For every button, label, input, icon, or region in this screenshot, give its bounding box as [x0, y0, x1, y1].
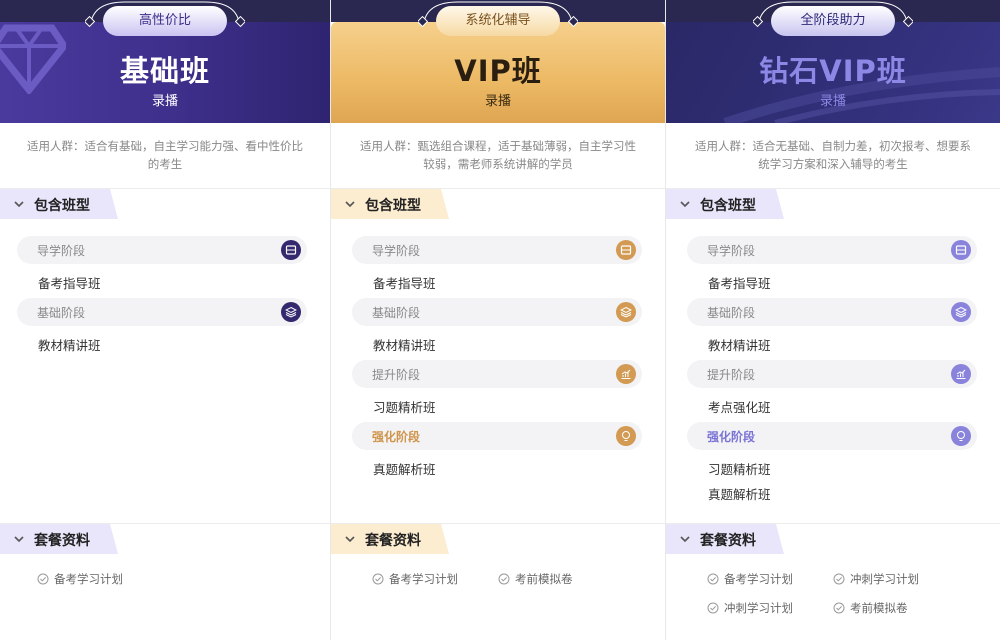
tag-pill: 系统化辅导: [436, 6, 560, 36]
chevron-down-icon: [680, 536, 690, 543]
tag-pill: 高性价比: [103, 6, 227, 36]
check-circle-icon: [707, 573, 719, 585]
stage-row: 提升阶段: [352, 360, 642, 388]
check-circle-icon: [707, 602, 719, 614]
audience-text: 适用人群：甄选组合课程，适于基础薄弱，自主学习性较弱，需老师系统讲解的学员: [331, 123, 665, 189]
section-header-classes: 包含班型: [331, 189, 449, 219]
stage-row: 导学阶段: [687, 236, 977, 264]
tag-pill: 全阶段助力: [771, 6, 895, 36]
stage-row: 基础阶段: [17, 298, 307, 326]
stage-name: 基础阶段: [372, 306, 421, 320]
section-header-materials: 套餐资料: [331, 524, 449, 554]
section-label: 包含班型: [365, 198, 421, 214]
chevron-down-icon: [680, 201, 690, 208]
check-circle-icon: [37, 573, 49, 585]
course-name: 习题精析班: [373, 400, 436, 415]
stage-row: 强化阶段: [352, 422, 642, 450]
section-header-classes: 包含班型: [666, 189, 784, 219]
plan-diamond-vip: 钻石VIP班 录播 全阶段助力 适用人群：适合无基础、自制力差，初次报考、想要系…: [665, 0, 1000, 640]
course-name: 备考指导班: [373, 276, 436, 291]
audience-text: 适用人群：适合无基础、自制力差，初次报考、想要系统学习方案和深入辅导的考生: [666, 123, 1000, 189]
section-label: 套餐资料: [34, 533, 90, 549]
plan-title: 钻石VIP班: [759, 54, 907, 88]
check-circle-icon: [498, 573, 510, 585]
plan-subtitle: 录播: [484, 94, 511, 109]
course-name: 备考指导班: [708, 276, 771, 291]
check-circle-icon: [833, 602, 845, 614]
stage-row: 导学阶段: [17, 236, 307, 264]
book-icon: [951, 240, 971, 260]
layers-icon: [281, 302, 301, 322]
bulb-icon: [951, 426, 971, 446]
stage-row: 导学阶段: [352, 236, 642, 264]
plan-tag: 系统化辅导: [418, 0, 578, 40]
stage-name: 基础阶段: [37, 306, 86, 320]
stage-row: 基础阶段: [687, 298, 977, 326]
stage-name: 强化阶段: [707, 430, 756, 444]
chevron-down-icon: [345, 201, 355, 208]
chevron-down-icon: [14, 201, 24, 208]
stage-name: 提升阶段: [372, 368, 421, 382]
stage-name: 提升阶段: [707, 368, 756, 382]
book-icon: [616, 240, 636, 260]
section-label: 套餐资料: [700, 533, 756, 549]
plan-title: VIP班: [454, 54, 542, 88]
layers-icon: [616, 302, 636, 322]
course-name: 教材精讲班: [708, 338, 771, 353]
plan-tag: 高性价比: [85, 0, 245, 40]
section-label: 包含班型: [34, 198, 90, 214]
section-label: 套餐资料: [365, 533, 421, 549]
course-name: 教材精讲班: [373, 338, 436, 353]
section-header-materials: 套餐资料: [666, 524, 784, 554]
stage-name: 导学阶段: [372, 244, 421, 258]
chevron-down-icon: [345, 536, 355, 543]
course-name: 真题解析班: [373, 462, 436, 477]
book-icon: [281, 240, 301, 260]
stage-name: 导学阶段: [707, 244, 756, 258]
course-name: 习题精析班: [708, 462, 771, 477]
stage-name: 强化阶段: [372, 430, 421, 444]
stage-name: 导学阶段: [37, 244, 86, 258]
check-circle-icon: [372, 573, 384, 585]
bulb-icon: [616, 426, 636, 446]
plan-title: 基础班: [119, 54, 210, 88]
stage-row: 基础阶段: [352, 298, 642, 326]
audience-text: 适用人群：适合有基础，自主学习能力强、看中性价比的考生: [0, 123, 330, 189]
section-header-materials: 套餐资料: [0, 524, 118, 554]
plan-vip: VIP班 录播 系统化辅导 适用人群：甄选组合课程，适于基础薄弱，自主学习性较弱…: [330, 0, 665, 640]
plan-subtitle: 录播: [151, 94, 178, 109]
course-name: 教材精讲班: [38, 338, 101, 353]
stage-name: 基础阶段: [707, 306, 756, 320]
chevron-down-icon: [14, 536, 24, 543]
plan-basic: 基础班 录播 高性价比 适用人群：适合有基础，自主学习能力强、看中性价比的考生 …: [0, 0, 330, 640]
section-header-classes: 包含班型: [0, 189, 118, 219]
plan-subtitle: 录播: [819, 94, 846, 109]
stage-row: 强化阶段: [687, 422, 977, 450]
course-name: 真题解析班: [708, 487, 771, 502]
section-label: 包含班型: [700, 198, 756, 214]
course-name: 考点强化班: [708, 400, 771, 415]
chart-icon: [616, 364, 636, 384]
plan-tag: 全阶段助力: [753, 0, 913, 40]
check-circle-icon: [833, 573, 845, 585]
layers-icon: [951, 302, 971, 322]
stage-row: 提升阶段: [687, 360, 977, 388]
chart-icon: [951, 364, 971, 384]
course-name: 备考指导班: [38, 276, 101, 291]
